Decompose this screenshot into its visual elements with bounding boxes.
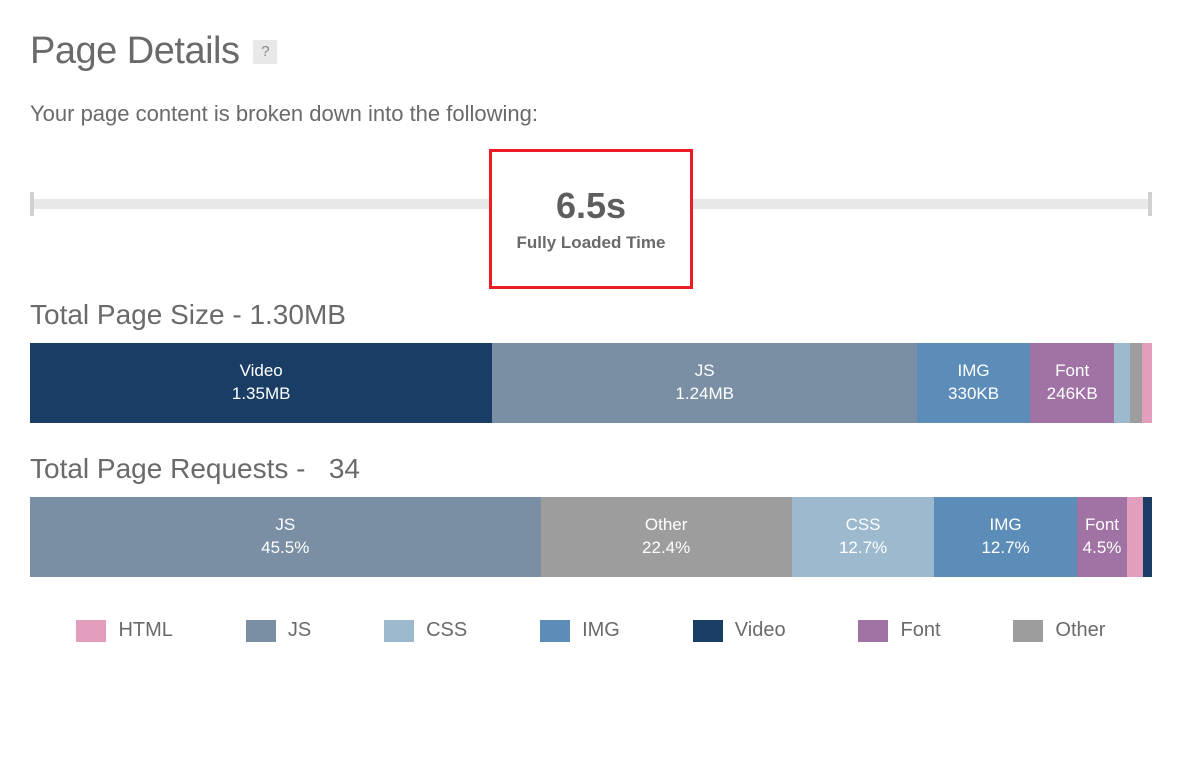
legend-item-font[interactable]: Font <box>858 619 940 642</box>
size-title-value: 1.30MB <box>249 299 346 330</box>
header-row: Page Details ? <box>30 30 1152 73</box>
legend-item-video[interactable]: Video <box>693 619 786 642</box>
legend-swatch <box>246 620 276 642</box>
bar-segment-label: Font <box>1085 514 1119 537</box>
bar-segment-value: 12.7% <box>981 537 1029 560</box>
bar-segment-video[interactable]: Video1.35MB <box>30 343 492 423</box>
bar-segment-value: 330KB <box>948 383 999 406</box>
requests-title-value: 34 <box>313 453 360 484</box>
legend: HTML JS CSS IMG Video Font Other <box>30 619 1152 642</box>
bar-segment-value: 1.24MB <box>675 383 734 406</box>
bar-segment-js[interactable]: JS45.5% <box>30 497 541 577</box>
bar-segment-js[interactable]: JS1.24MB <box>492 343 917 423</box>
legend-swatch <box>1013 620 1043 642</box>
requests-section-title: Total Page Requests - 34 <box>30 453 1152 485</box>
bar-segment-value: 246KB <box>1047 383 1098 406</box>
size-section-title: Total Page Size - 1.30MB <box>30 299 1152 331</box>
legend-item-css[interactable]: CSS <box>384 619 467 642</box>
bar-segment-label: Other <box>645 514 688 537</box>
legend-item-html[interactable]: HTML <box>76 619 172 642</box>
legend-swatch <box>384 620 414 642</box>
legend-item-js[interactable]: JS <box>246 619 311 642</box>
bar-segment-label: Font <box>1055 360 1089 383</box>
legend-label: HTML <box>118 619 172 642</box>
bar-segment-css[interactable] <box>1114 343 1129 423</box>
fully-loaded-value: 6.5s <box>556 185 626 227</box>
bar-segment-value: 12.7% <box>839 537 887 560</box>
bar-segment-label: IMG <box>989 514 1021 537</box>
legend-label: Video <box>735 619 786 642</box>
bar-segment-font[interactable]: Font246KB <box>1030 343 1114 423</box>
legend-swatch <box>540 620 570 642</box>
legend-swatch <box>858 620 888 642</box>
fully-loaded-label: Fully Loaded Time <box>517 233 666 253</box>
requests-bar-chart: JS45.5%Other22.4%CSS12.7%IMG12.7%Font4.5… <box>30 497 1152 577</box>
bar-segment-font[interactable]: Font4.5% <box>1077 497 1127 577</box>
bar-segment-label: IMG <box>958 360 990 383</box>
legend-swatch <box>693 620 723 642</box>
legend-label: CSS <box>426 619 467 642</box>
legend-item-img[interactable]: IMG <box>540 619 620 642</box>
bar-segment-html[interactable] <box>1127 497 1143 577</box>
page-title: Page Details <box>30 30 239 73</box>
legend-label: Other <box>1055 619 1105 642</box>
bar-segment-value: 45.5% <box>261 537 309 560</box>
bar-segment-other[interactable] <box>1130 343 1142 423</box>
fully-loaded-callout: 6.5s Fully Loaded Time <box>489 149 693 289</box>
bar-segment-label: JS <box>695 360 715 383</box>
bar-segment-other[interactable]: Other22.4% <box>541 497 792 577</box>
bar-segment-value: 4.5% <box>1083 537 1122 560</box>
help-icon[interactable]: ? <box>253 40 277 64</box>
bar-segment-label: JS <box>275 514 295 537</box>
legend-item-other[interactable]: Other <box>1013 619 1105 642</box>
bar-segment-html[interactable] <box>1142 343 1152 423</box>
timeline: 6.5s Fully Loaded Time <box>30 149 1152 269</box>
legend-swatch <box>76 620 106 642</box>
size-bar-chart: Video1.35MBJS1.24MBIMG330KBFont246KB <box>30 343 1152 423</box>
bar-segment-video[interactable] <box>1143 497 1152 577</box>
bar-segment-value: 22.4% <box>642 537 690 560</box>
requests-title-prefix: Total Page Requests - <box>30 453 313 484</box>
page-subhead: Your page content is broken down into th… <box>30 101 1152 127</box>
bar-segment-css[interactable]: CSS12.7% <box>792 497 934 577</box>
bar-segment-label: Video <box>240 360 283 383</box>
bar-segment-img[interactable]: IMG12.7% <box>934 497 1076 577</box>
size-title-prefix: Total Page Size - <box>30 299 249 330</box>
legend-label: IMG <box>582 619 620 642</box>
legend-label: JS <box>288 619 311 642</box>
bar-segment-img[interactable]: IMG330KB <box>917 343 1030 423</box>
bar-segment-value: 1.35MB <box>232 383 291 406</box>
legend-label: Font <box>900 619 940 642</box>
bar-segment-label: CSS <box>846 514 881 537</box>
